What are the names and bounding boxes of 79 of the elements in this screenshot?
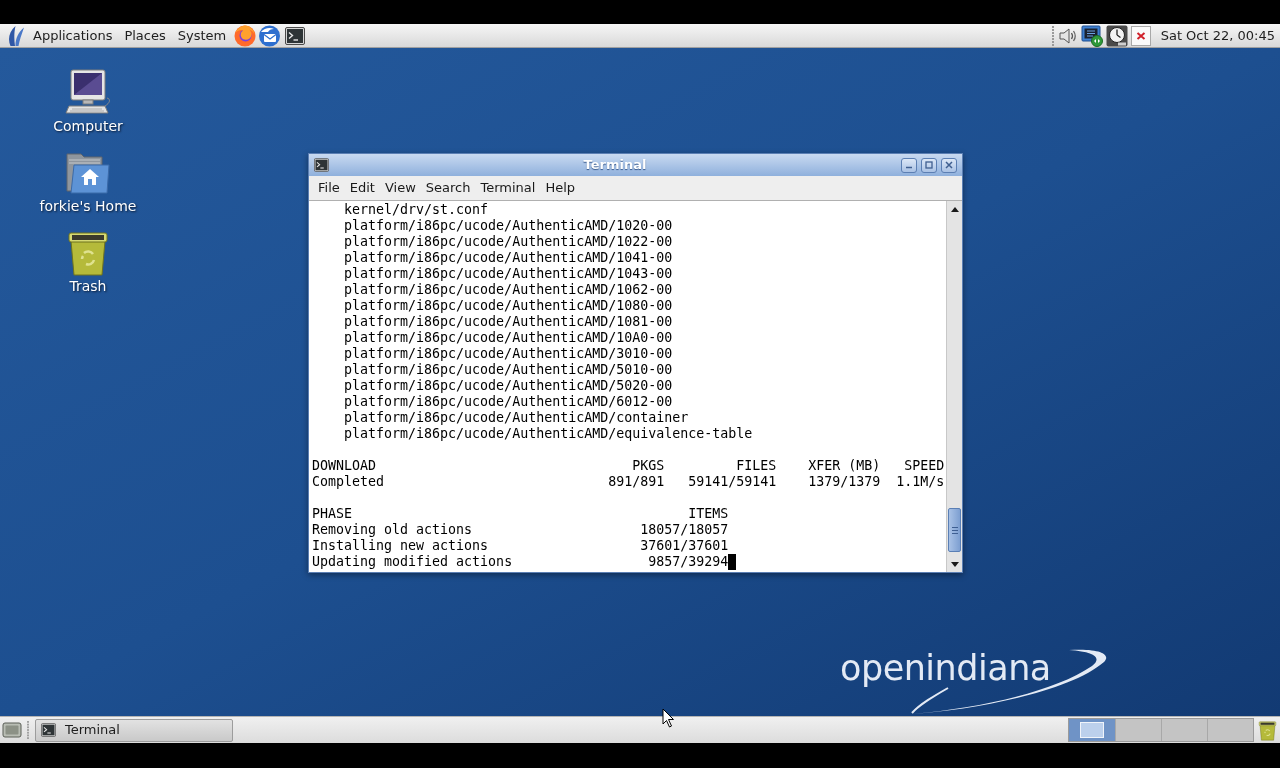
terminal-line: platform/i86pc/ucode/AuthenticAMD/1041-00: [344, 250, 673, 266]
scrollbar-track[interactable]: [946, 201, 962, 572]
x-mark-icon[interactable]: [1130, 25, 1151, 46]
menu-item[interactable]: Help: [540, 177, 581, 199]
output-header: SPEED: [904, 458, 945, 474]
drag-handle-icon[interactable]: [1050, 25, 1055, 46]
output-cell: 18057/18057: [640, 522, 729, 538]
desktop-icon-label[interactable]: Computer: [53, 118, 123, 134]
minimize-button[interactable]: [901, 157, 917, 173]
flame-globe-icon[interactable]: [234, 24, 257, 47]
output-cell: 891/891: [608, 474, 665, 490]
envelope-icon[interactable]: [258, 24, 282, 47]
output-header: PHASE: [312, 506, 353, 522]
terminal-line: platform/i86pc/ucode/AuthenticAMD/5010-00: [344, 362, 673, 378]
panel-menu[interactable]: Applications: [27, 24, 119, 47]
maximize-button[interactable]: [921, 157, 937, 173]
menu-item[interactable]: Terminal: [475, 177, 541, 199]
terminal-icon: [314, 158, 329, 172]
terminal-icon: [41, 723, 56, 737]
output-cell: Completed: [312, 474, 385, 490]
workspace-cell[interactable]: [1115, 719, 1161, 741]
output-cell: Installing new actions: [312, 538, 489, 554]
taskbar-button[interactable]: Terminal: [35, 718, 233, 742]
output-cell: Removing old actions: [312, 522, 473, 538]
up-arrow-icon: [950, 206, 959, 212]
terminal-line: platform/i86pc/ucode/AuthenticAMD/container: [344, 410, 689, 426]
menu-item[interactable]: View: [379, 177, 421, 199]
close-icon: [945, 161, 953, 169]
output-header: ITEMS: [688, 506, 729, 522]
workspace-cell[interactable]: [1161, 719, 1207, 741]
logo-icon[interactable]: [8, 24, 24, 47]
output-cell: 59141/59141: [688, 474, 777, 490]
terminal-line: platform/i86pc/ucode/AuthenticAMD/10A0-00: [344, 330, 673, 346]
text-cursor-icon: [728, 554, 737, 570]
output-header: FILES: [736, 458, 777, 474]
workspace-cell[interactable]: [1207, 719, 1253, 741]
network-icon[interactable]: [1080, 24, 1103, 47]
workspace-cell[interactable]: [1069, 719, 1115, 741]
terminal-icon[interactable]: [285, 26, 306, 45]
trash-icon[interactable]: [1257, 719, 1278, 741]
output-cell: 1379/1379: [808, 474, 881, 490]
speaker-icon[interactable]: [1057, 25, 1078, 46]
output-header: DOWNLOAD: [312, 458, 377, 474]
clock-icon[interactable]: [1105, 24, 1128, 47]
terminal-line: platform/i86pc/ucode/AuthenticAMD/1062-00: [344, 282, 673, 298]
window-title: Terminal: [583, 156, 647, 175]
output-cell: 9857/39294: [648, 554, 729, 570]
terminal-line: platform/i86pc/ucode/AuthenticAMD/equivalence-table: [344, 426, 753, 442]
menu-item[interactable]: File: [313, 177, 345, 199]
panel-menu[interactable]: System: [171, 24, 233, 47]
output-header: XFER (MB): [808, 458, 881, 474]
down-arrow-icon: [950, 561, 959, 567]
clock-text[interactable]: Sat Oct 22, 00:45: [1160, 25, 1275, 46]
terminal-line: platform/i86pc/ucode/AuthenticAMD/1080-00: [344, 298, 673, 314]
terminal-line: platform/i86pc/ucode/AuthenticAMD/6012-00: [344, 394, 673, 410]
desktop-icon-label[interactable]: forkie's Home: [39, 198, 137, 214]
terminal-line: platform/i86pc/ucode/AuthenticAMD/1020-00: [344, 218, 673, 234]
show-desktop-icon[interactable]: [2, 720, 22, 740]
desktop-icon-label[interactable]: Trash: [69, 278, 107, 294]
scrollbar-thumb[interactable]: [948, 508, 961, 552]
terminal-line: platform/i86pc/ucode/AuthenticAMD/5020-00: [344, 378, 673, 394]
panel-menu[interactable]: Places: [118, 24, 172, 47]
terminal-line: platform/i86pc/ucode/AuthenticAMD/1043-00: [344, 266, 673, 282]
terminal-line: kernel/drv/st.conf: [344, 202, 489, 218]
output-cell: Updating modified actions: [312, 554, 513, 570]
maximize-icon: [925, 161, 933, 169]
terminal-line: platform/i86pc/ucode/AuthenticAMD/3010-00: [344, 346, 673, 362]
computer-icon[interactable]: [64, 69, 112, 117]
terminal-line: platform/i86pc/ucode/AuthenticAMD/1081-00: [344, 314, 673, 330]
mouse-pointer-icon: [662, 708, 675, 728]
close-button[interactable]: [941, 157, 957, 173]
window-thumbnail-icon: [1080, 722, 1104, 738]
terminal-line: platform/i86pc/ucode/AuthenticAMD/1022-00: [344, 234, 673, 250]
output-header: PKGS: [632, 458, 665, 474]
drag-handle-icon[interactable]: [26, 721, 30, 739]
menu-item[interactable]: Search: [420, 177, 476, 199]
output-cell: 1.1M/s: [896, 474, 945, 490]
output-cell: 37601/37601: [640, 538, 729, 554]
menu-item[interactable]: Edit: [344, 177, 380, 199]
